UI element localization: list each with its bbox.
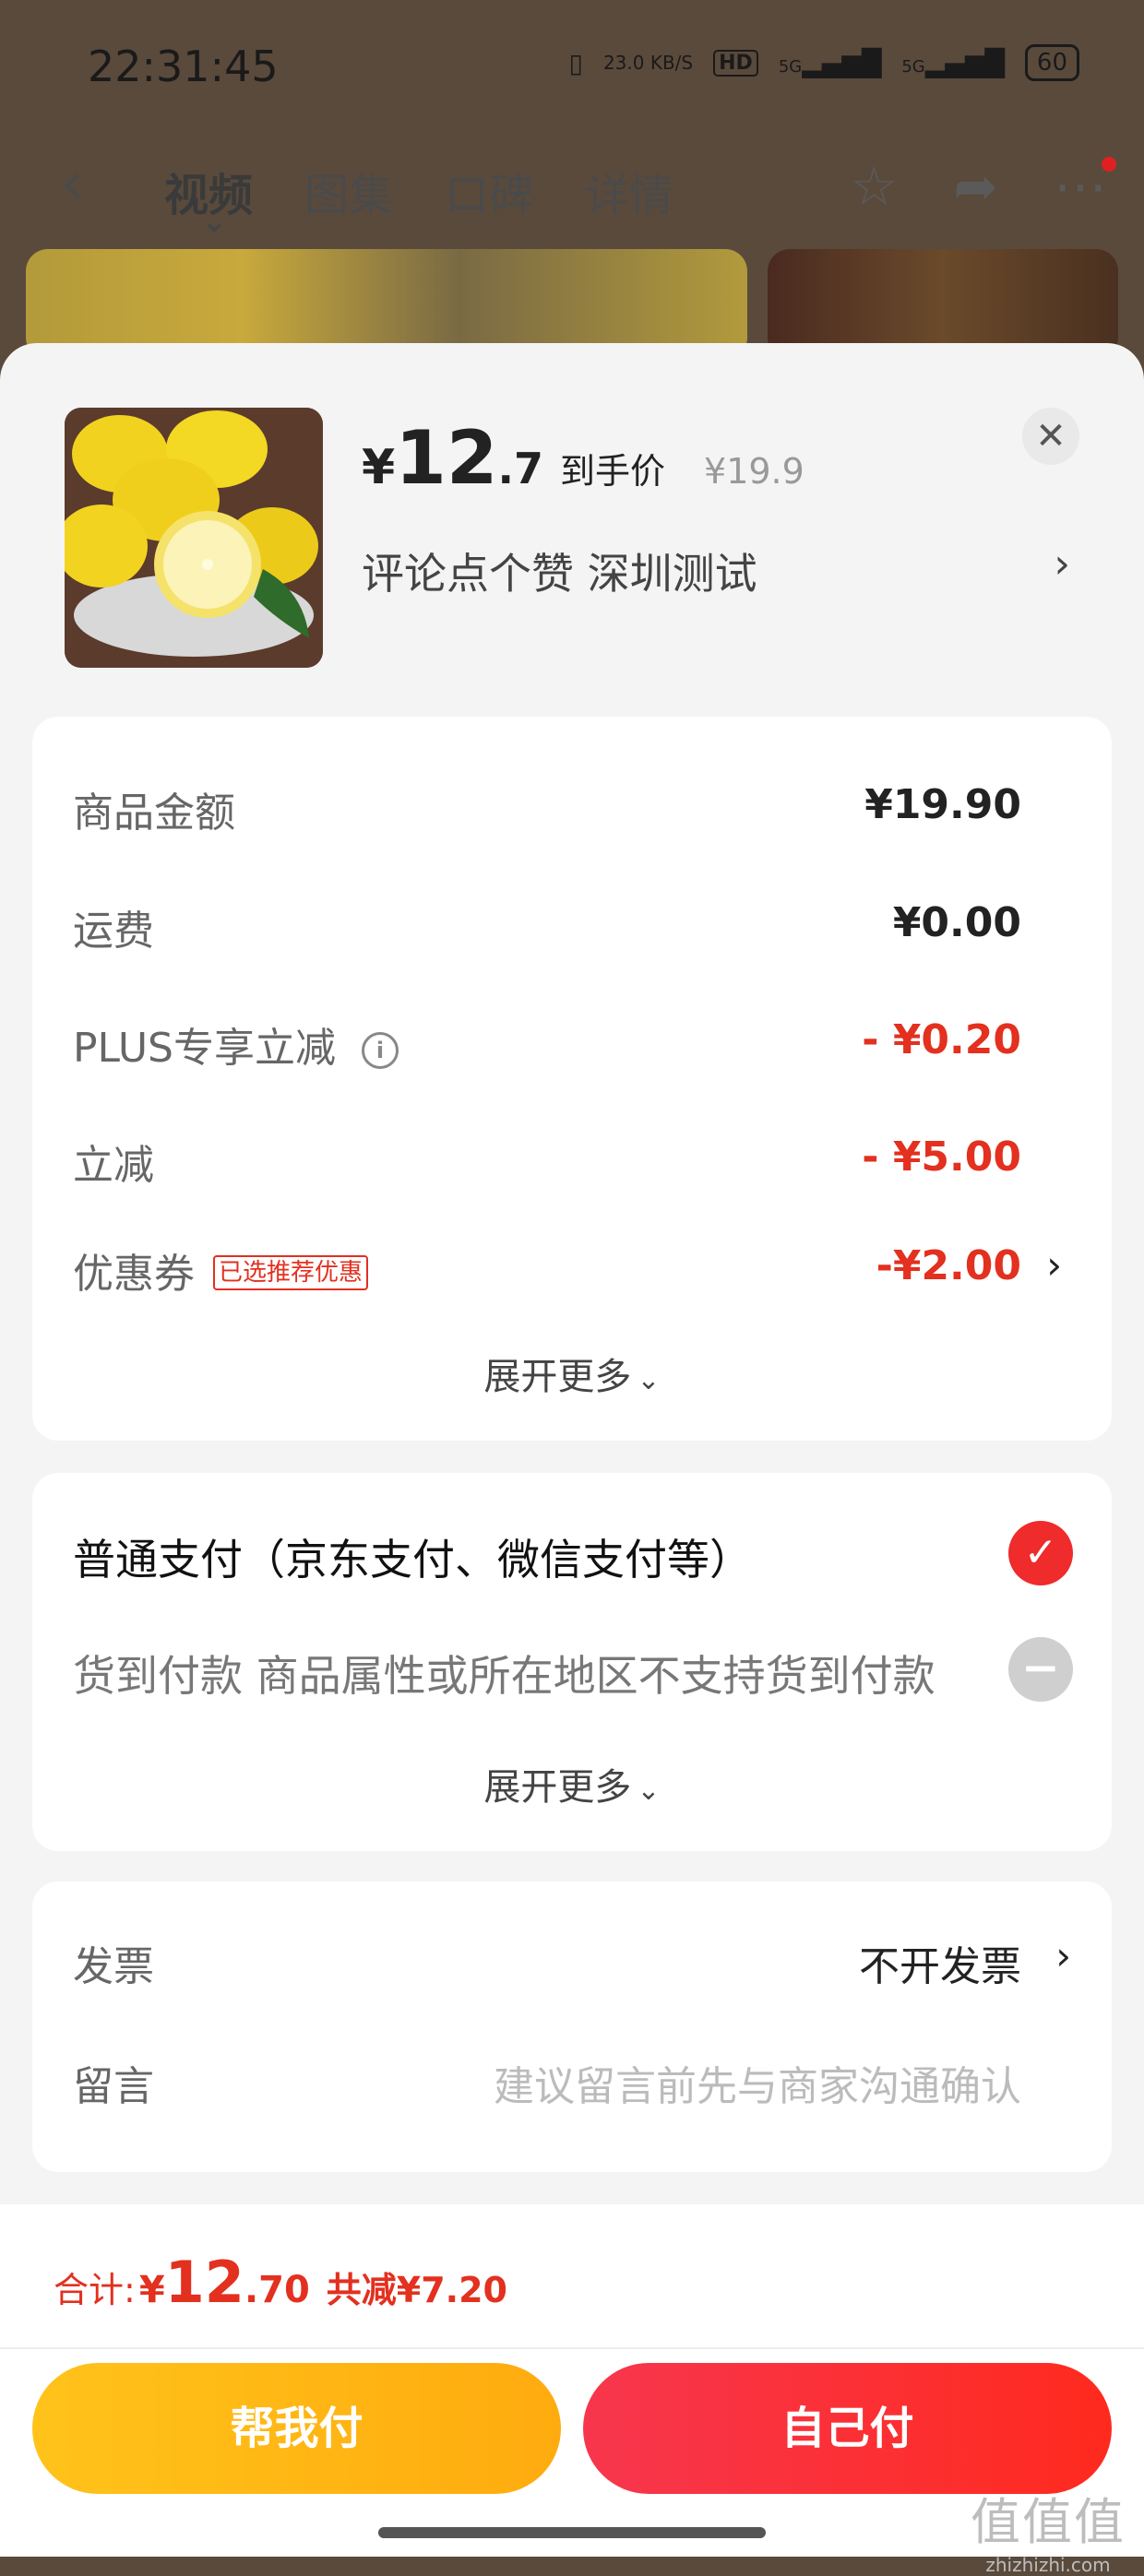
price-currency: ¥: [362, 440, 396, 495]
signal-icon-2: 5G▂▄▆█: [901, 47, 1005, 78]
back-icon[interactable]: ‹: [60, 149, 84, 218]
row-label: 优惠券 已选推荐优惠: [73, 1241, 369, 1300]
tab-video[interactable]: 视频: [164, 159, 253, 240]
coupon-badge: 已选推荐优惠: [213, 1255, 369, 1290]
friend-pay-button[interactable]: 帮我付: [32, 2363, 561, 2494]
hd-icon: HD: [713, 49, 758, 77]
message-label: 留言: [73, 2063, 154, 2110]
close-button[interactable]: ✕: [1022, 408, 1079, 465]
total-currency: ¥: [138, 2269, 165, 2311]
close-icon: ✕: [1035, 415, 1067, 457]
net-speed: 23.0 KB/S: [602, 52, 694, 74]
row-label: 运费: [73, 908, 154, 955]
tab-gallery[interactable]: 图集: [304, 159, 393, 223]
amount-row-goods: 商品金额 ¥19.90: [73, 779, 1021, 853]
row-value: ¥0.00: [892, 899, 1021, 946]
payment-option-cod: 货到付款 商品属性或所在地区不支持货到付款: [73, 1651, 935, 1701]
invoice-label: 发票: [73, 1943, 154, 1990]
tab-details[interactable]: 详情: [585, 159, 673, 223]
price-decimal: .7: [497, 444, 543, 493]
amount-row-instant-discount: 立减 - ¥5.00: [73, 1132, 1021, 1205]
final-price-tag: 到手价: [560, 451, 666, 492]
row-label: 商品金额: [73, 789, 235, 837]
chevron-down-icon: ⌄: [637, 1775, 661, 1807]
message-input[interactable]: 建议留言前先与商家沟通确认: [494, 2053, 1021, 2112]
tab-reviews[interactable]: 口碑: [445, 159, 533, 223]
product-thumbnail: [65, 408, 323, 668]
chevron-right-icon[interactable]: ›: [1055, 1933, 1071, 1978]
status-icons: ▯ 23.0 KB/S HD 5G▂▄▆█ 5G▂▄▆█ 60: [569, 44, 1079, 81]
self-pay-button[interactable]: 自己付: [583, 2363, 1112, 2494]
price-integer: 12: [395, 415, 498, 501]
amount-row-coupon[interactable]: 优惠券 已选推荐优惠 -¥2.00 ›: [73, 1241, 1062, 1314]
row-value: ¥19.90: [864, 781, 1021, 828]
amount-row-plus-discount: PLUS专享立减 i - ¥0.20: [73, 1015, 1021, 1088]
order-total: 合计: ¥ 12 .70 共减¥7.20: [54, 2249, 507, 2316]
expand-more-button[interactable]: 展开更多 ⌄: [32, 1347, 1112, 1400]
product-nav-bar: ‹ 视频 图集 口碑 详情 ☆ ➦ ⋯: [0, 138, 1144, 240]
total-decimal: .70: [244, 2269, 310, 2311]
check-icon[interactable]: ✓: [1008, 1521, 1073, 1585]
product-price: ¥ 12 .7 到手价 ¥19.9: [362, 415, 804, 501]
total-saved: 共减¥7.20: [326, 2270, 507, 2310]
more-icon[interactable]: ⋯: [1054, 155, 1116, 218]
notification-dot: [1102, 157, 1116, 172]
info-icon[interactable]: i: [362, 1032, 399, 1069]
chevron-right-icon[interactable]: ›: [1054, 540, 1070, 588]
expand-more-label: 展开更多: [483, 1766, 632, 1809]
total-bar: 合计: ¥ 12 .70 共减¥7.20: [0, 2204, 1144, 2349]
payment-option-standard[interactable]: 普通支付（京东支付、微信支付等）: [73, 1526, 752, 1587]
product-title[interactable]: 评论点个赞 深圳测试: [362, 540, 757, 601]
favorite-star-icon[interactable]: ☆: [850, 155, 898, 218]
battery-icon: 60: [1024, 44, 1079, 81]
row-value: -¥2.00: [876, 1242, 1021, 1289]
disabled-icon: −: [1008, 1637, 1073, 1702]
chevron-right-icon[interactable]: ›: [1046, 1242, 1062, 1288]
checkout-footer: 合计: ¥ 12 .70 共减¥7.20 帮我付 自己付 值值值 zhizhiz…: [0, 2204, 1144, 2576]
expand-more-label: 展开更多: [483, 1356, 632, 1398]
payment-card: 普通支付（京东支付、微信支付等） ✓ 货到付款 商品属性或所在地区不支持货到付款…: [32, 1473, 1112, 1851]
amounts-card: 商品金额 ¥19.90 运费 ¥0.00 PLUS专享立减 i - ¥0.20 立…: [32, 717, 1112, 1441]
status-bar: 22:31:45 ▯ 23.0 KB/S HD 5G▂▄▆█ 5G▂▄▆█ 60: [0, 0, 1144, 138]
nav-actions: ☆ ➦ ⋯: [850, 155, 1116, 218]
row-value: - ¥0.20: [862, 1016, 1021, 1063]
share-icon[interactable]: ➦: [953, 155, 998, 218]
total-integer: 12: [164, 2249, 244, 2316]
signal-icon-1: 5G▂▄▆█: [778, 47, 882, 78]
row-value: - ¥5.00: [862, 1134, 1021, 1181]
amount-row-shipping: 运费 ¥0.00: [73, 897, 1021, 971]
total-label: 合计:: [54, 2270, 136, 2310]
status-time: 22:31:45: [88, 42, 279, 91]
row-label: PLUS专享立减 i: [73, 1015, 399, 1074]
row-label: 立减: [73, 1142, 154, 1189]
chevron-down-icon: ⌄: [637, 1364, 661, 1396]
original-price: ¥19.9: [704, 451, 804, 492]
watermark-logo: 值值值 zhizhizhi.com: [971, 2493, 1126, 2576]
invoice-card: 发票 不开发票 › 留言 建议留言前先与商家沟通确认: [32, 1882, 1112, 2172]
home-indicator[interactable]: [378, 2527, 766, 2538]
nav-tabs: 视频 图集 口碑 详情: [164, 159, 673, 240]
vibrate-icon: ▯: [568, 47, 583, 78]
expand-more-button[interactable]: 展开更多 ⌄: [32, 1757, 1112, 1810]
invoice-value[interactable]: 不开发票: [859, 1933, 1021, 1992]
